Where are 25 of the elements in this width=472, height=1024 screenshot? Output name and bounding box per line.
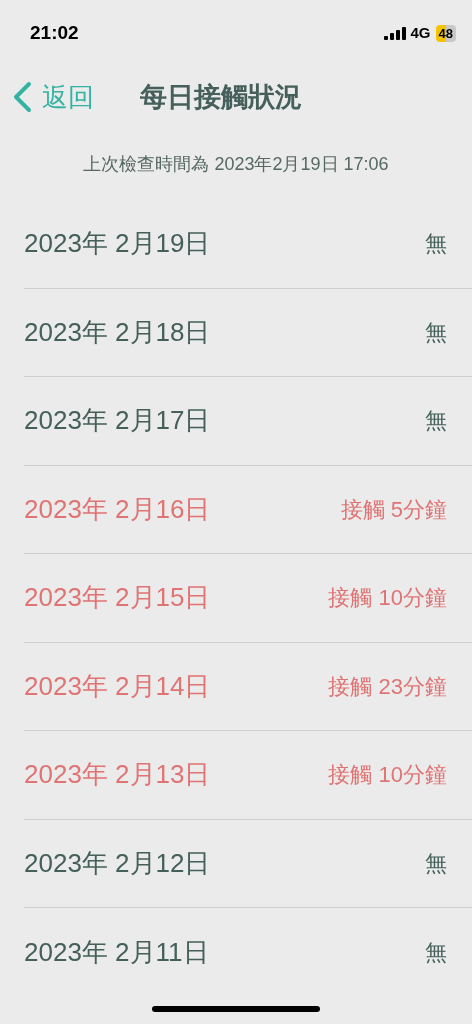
signal-icon [383, 26, 406, 40]
contact-result: 接觸 10分鐘 [328, 584, 447, 613]
date-label: 2023年 2月19日 [24, 227, 211, 261]
contact-result: 無 [425, 230, 447, 259]
last-checked-text: 上次檢查時間為 2023年2月19日 17:06 [83, 152, 389, 176]
page-title: 每日接觸狀況 [140, 80, 302, 114]
back-chevron-icon [12, 81, 32, 113]
date-label: 2023年 2月13日 [24, 758, 211, 792]
contact-result: 無 [425, 318, 447, 347]
date-label: 2023年 2月14日 [24, 669, 211, 703]
date-label: 2023年 2月16日 [24, 492, 211, 526]
date-label: 2023年 2月18日 [24, 315, 211, 349]
back-button[interactable]: 返回 [12, 77, 94, 117]
date-label: 2023年 2月11日 [24, 935, 209, 969]
contact-result: 無 [425, 849, 447, 878]
contact-result: 無 [425, 407, 447, 436]
status-time: 21:02 [30, 20, 79, 45]
network-label: 4G [410, 22, 431, 43]
date-label: 2023年 2月17日 [24, 404, 211, 438]
date-label: 2023年 2月15日 [24, 581, 211, 615]
date-label: 2023年 2月12日 [24, 846, 211, 880]
contact-result: 接觸 10分鐘 [328, 761, 447, 790]
contact-result: 接觸 23分鐘 [328, 672, 447, 701]
contact-result: 無 [425, 938, 447, 967]
contact-result: 接觸 5分鐘 [340, 495, 447, 524]
